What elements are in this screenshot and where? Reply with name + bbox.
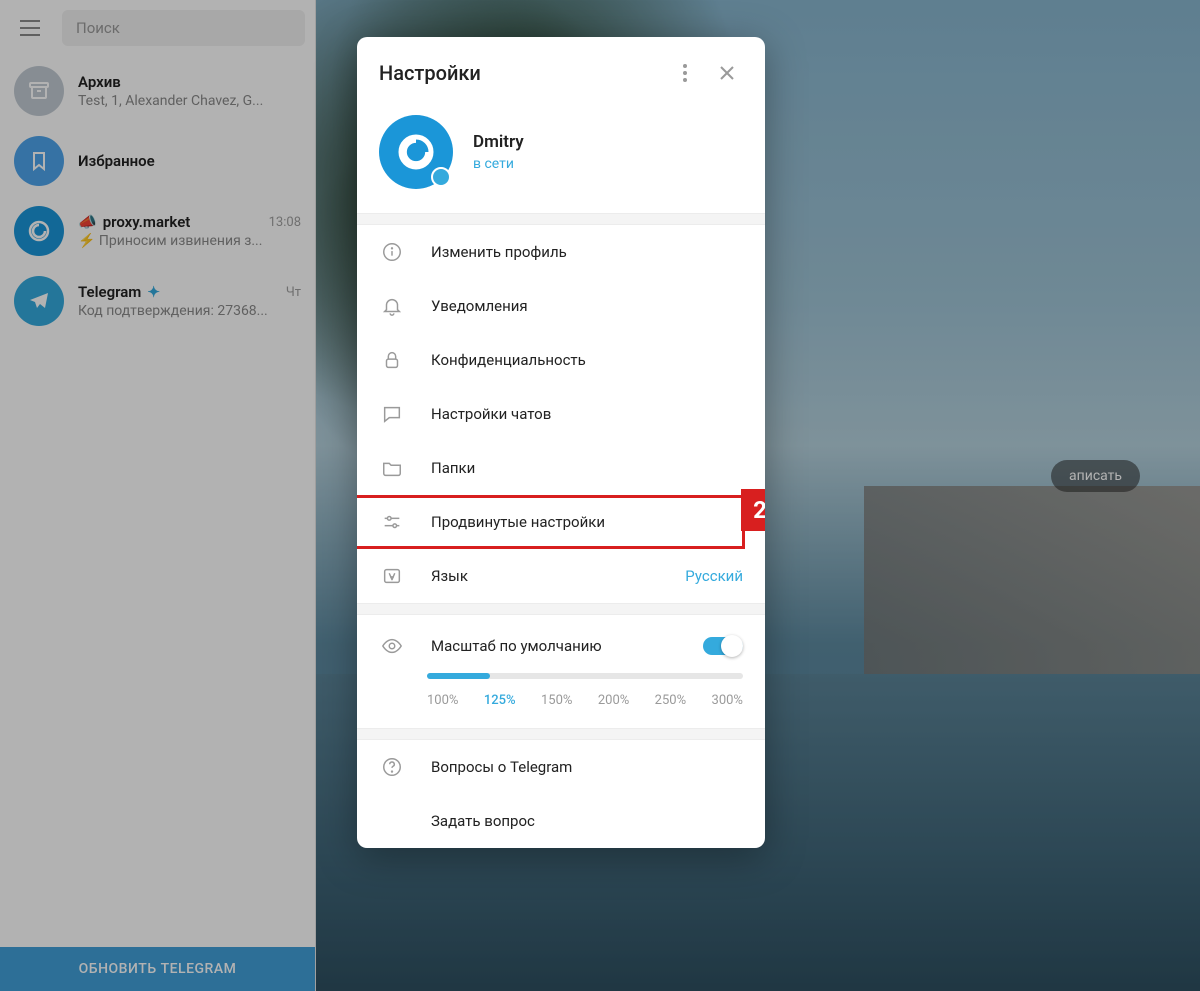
language-icon [379,563,405,589]
scale-toggle[interactable] [703,637,743,655]
info-icon [379,239,405,265]
divider [357,728,765,740]
setting-chat-settings[interactable]: Настройки чатов [357,387,765,441]
chat-icon [379,401,405,427]
setting-label: Настройки чатов [431,405,743,423]
modal-title: Настройки [379,61,659,85]
setting-ask-question[interactable]: Задать вопрос [357,794,765,848]
bell-icon [379,293,405,319]
setting-label: Вопросы о Telegram [431,758,743,776]
setting-value: Русский [685,567,743,585]
setting-label: Масштаб по умолчанию [431,637,677,655]
divider [357,603,765,615]
scale-tick[interactable]: 250% [655,693,686,708]
folder-icon [379,455,405,481]
scale-tick[interactable]: 100% [427,693,458,708]
annotation-badge: 2 [741,489,765,531]
app-root: Архив Test, 1, Alexander Chavez, G... Из… [0,0,1200,991]
scale-tick[interactable]: 125% [484,693,516,708]
setting-label: Конфиденциальность [431,351,743,369]
setting-label: Уведомления [431,297,743,315]
setting-folders[interactable]: Папки [357,441,765,495]
setting-default-scale: Масштаб по умолчанию [357,615,765,667]
scale-tick[interactable]: 150% [541,693,572,708]
scale-ticks: 100% 125% 150% 200% 250% 300% [427,693,743,708]
setting-label: Задать вопрос [431,812,743,830]
lock-icon [379,347,405,373]
sliders-icon [379,509,405,535]
profile-block[interactable]: Dmitry в сети [357,105,765,213]
profile-name: Dmitry [473,132,524,152]
setting-notifications[interactable]: Уведомления [357,279,765,333]
setting-edit-profile[interactable]: Изменить профиль [357,225,765,279]
blank-icon [379,808,405,834]
modal-header: Настройки [357,37,765,105]
setting-label: Продвинутые настройки [431,513,743,531]
setting-label: Изменить профиль [431,243,743,261]
setting-language[interactable]: Язык Русский [357,549,765,603]
scale-tick[interactable]: 300% [712,693,743,708]
dots-vertical-icon [683,64,687,82]
slider-fill [427,673,490,679]
divider [357,213,765,225]
setting-privacy[interactable]: Конфиденциальность [357,333,765,387]
profile-avatar [379,115,453,189]
setting-faq[interactable]: Вопросы о Telegram [357,740,765,794]
more-button[interactable] [669,57,701,89]
profile-text: Dmitry в сети [473,132,524,172]
shield-check-icon [431,167,451,187]
scale-tick[interactable]: 200% [598,693,629,708]
setting-advanced[interactable]: Продвинутые настройки 2 [357,495,765,549]
close-button[interactable] [711,57,743,89]
setting-label: Язык [431,567,659,585]
settings-modal: Настройки Dmitry в сети Изменить профиль [357,37,765,848]
help-icon [379,754,405,780]
setting-label: Папки [431,459,743,477]
scale-slider[interactable] [427,673,743,679]
close-icon [719,65,735,81]
profile-status: в сети [473,156,524,172]
scale-slider-wrap: 100% 125% 150% 200% 250% 300% [357,667,765,728]
eye-icon [379,633,405,659]
